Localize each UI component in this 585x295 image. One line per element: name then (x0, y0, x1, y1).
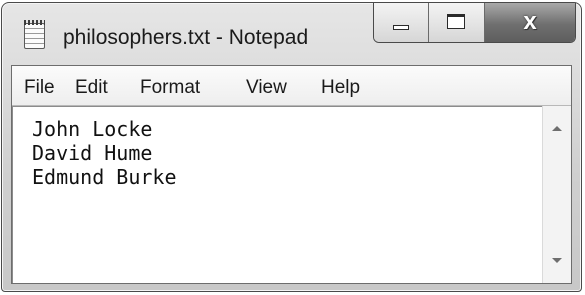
close-icon: x (523, 8, 537, 35)
window-title: philosophers.txt - Notepad (63, 26, 309, 49)
text-line[interactable]: Edmund Burke (32, 165, 177, 189)
minimize-button[interactable] (374, 3, 429, 42)
menu-format[interactable]: Format (140, 77, 200, 99)
menu-view[interactable]: View (246, 77, 287, 99)
text-line[interactable]: John Locke (32, 117, 152, 141)
text-editor[interactable]: John Locke David Hume Edmund Burke (12, 106, 543, 283)
menu-edit[interactable]: Edit (75, 77, 108, 99)
maximize-icon (447, 14, 465, 29)
vertical-scrollbar[interactable] (542, 106, 571, 283)
minimize-icon (393, 25, 409, 30)
scroll-down-arrow-icon[interactable] (552, 258, 562, 263)
menu-file[interactable]: File (24, 77, 55, 99)
notepad-window: philosophers.txt - Notepad x File Edit F… (1, 2, 582, 292)
close-button[interactable]: x (485, 3, 575, 42)
notepad-icon[interactable] (24, 20, 45, 49)
menu-help[interactable]: Help (321, 77, 360, 99)
window-controls: x (373, 3, 576, 43)
client-area: File Edit Format View Help John Locke Da… (11, 65, 572, 284)
title-bar[interactable]: philosophers.txt - Notepad x (2, 3, 581, 65)
menu-bar: File Edit Format View Help (12, 66, 571, 106)
maximize-button[interactable] (429, 3, 485, 42)
scroll-up-arrow-icon[interactable] (552, 126, 562, 131)
text-line[interactable]: David Hume (32, 141, 152, 165)
